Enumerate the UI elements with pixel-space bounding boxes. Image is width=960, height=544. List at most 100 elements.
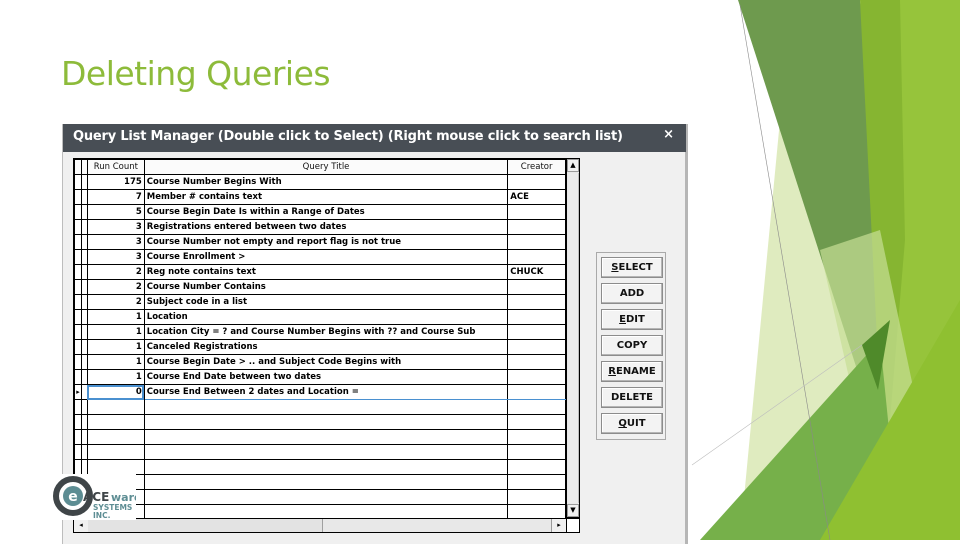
quit-button[interactable]: QUIT xyxy=(601,413,663,434)
run-count-cell[interactable]: 5 xyxy=(86,204,145,220)
row-selector[interactable] xyxy=(74,294,82,310)
creator-cell[interactable] xyxy=(507,234,566,250)
select-button[interactable]: SELECT xyxy=(601,257,663,278)
query-title-cell[interactable]: Canceled Registrations xyxy=(143,339,509,355)
query-title-cell[interactable]: Course Begin Date > .. and Subject Code … xyxy=(143,354,509,370)
table-row[interactable]: 1 Course Begin Date > .. and Subject Code… xyxy=(74,354,566,370)
creator-cell[interactable] xyxy=(507,294,566,310)
query-title-cell[interactable]: Course Begin Date Is within a Range of D… xyxy=(143,204,509,220)
row-selector[interactable] xyxy=(74,309,82,325)
creator-cell[interactable] xyxy=(507,354,566,370)
run-count-cell[interactable]: 175 xyxy=(86,174,145,190)
table-row[interactable]: 3 Course Number not empty and report flag… xyxy=(74,234,566,250)
table-row[interactable]: 175 Course Number Begins With xyxy=(74,174,566,190)
creator-cell[interactable]: ACE xyxy=(507,189,566,205)
add-button[interactable]: ADD xyxy=(601,283,663,304)
creator-cell[interactable] xyxy=(507,249,566,265)
run-count-cell[interactable]: 3 xyxy=(86,234,145,250)
query-title-cell[interactable]: Reg note contains text xyxy=(143,264,509,280)
empty-cell xyxy=(507,489,566,505)
column-header-creator[interactable]: Creator xyxy=(507,159,566,175)
query-title-cell[interactable]: Subject code in a list xyxy=(143,294,509,310)
query-title-cell[interactable]: Registrations entered between two dates xyxy=(143,219,509,235)
row-selector[interactable] xyxy=(74,234,82,250)
run-count-cell[interactable]: 2 xyxy=(86,294,145,310)
creator-cell[interactable] xyxy=(507,279,566,295)
table-row[interactable]: 3 Registrations entered between two dates xyxy=(74,219,566,235)
query-title-cell[interactable]: Course Number Begins With xyxy=(143,174,509,190)
edit-button[interactable]: EDIT xyxy=(601,309,663,330)
copy-button[interactable]: COPY xyxy=(601,335,663,356)
creator-cell[interactable]: CHUCK xyxy=(507,264,566,280)
table-row[interactable]: 1 Course End Date between two dates xyxy=(74,369,566,385)
table-row[interactable]: 5 Course Begin Date Is within a Range of … xyxy=(74,204,566,220)
vertical-scrollbar[interactable]: ▲ ▼ xyxy=(567,158,580,518)
query-title-cell[interactable]: Location City = ? and Course Number Begi… xyxy=(143,324,509,340)
rename-button[interactable]: RENAME xyxy=(601,361,663,382)
creator-cell[interactable] xyxy=(507,324,566,340)
table-row[interactable]: 2 Reg note contains text CHUCK xyxy=(74,264,566,280)
run-count-cell[interactable]: 0 xyxy=(86,384,145,400)
row-selector[interactable] xyxy=(74,249,82,265)
row-selector[interactable] xyxy=(74,204,82,220)
window-titlebar[interactable]: Query List Manager (Double click to Sele… xyxy=(63,124,686,152)
empty-cell xyxy=(143,444,509,460)
query-title-cell[interactable]: Member # contains text xyxy=(143,189,509,205)
current-row-indicator-icon[interactable]: ▸ xyxy=(74,384,82,400)
run-count-cell[interactable]: 3 xyxy=(86,219,145,235)
creator-cell[interactable] xyxy=(507,204,566,220)
query-grid[interactable]: Run Count Query Title Creator 175 Course … xyxy=(73,158,567,533)
close-icon[interactable]: × xyxy=(663,127,674,142)
table-row[interactable]: 2 Course Number Contains xyxy=(74,279,566,295)
query-title-cell[interactable]: Course Number Contains xyxy=(143,279,509,295)
table-row[interactable]: 1 Location City = ? and Course Number Beg… xyxy=(74,324,566,340)
row-selector[interactable] xyxy=(74,324,82,340)
table-row[interactable]: ▸ 0 Course End Between 2 dates and Locatio… xyxy=(74,384,566,400)
row-selector[interactable] xyxy=(74,264,82,280)
run-count-cell[interactable]: 2 xyxy=(86,279,145,295)
scroll-up-icon[interactable]: ▲ xyxy=(567,159,579,172)
run-count-cell[interactable]: 1 xyxy=(86,354,145,370)
scroll-down-icon[interactable]: ▼ xyxy=(567,504,579,517)
row-selector[interactable] xyxy=(74,339,82,355)
run-count-cell[interactable]: 7 xyxy=(86,189,145,205)
run-count-cell[interactable]: 1 xyxy=(86,324,145,340)
creator-cell[interactable] xyxy=(507,369,566,385)
run-count-cell[interactable]: 1 xyxy=(86,339,145,355)
creator-cell[interactable] xyxy=(507,309,566,325)
table-row[interactable]: 1 Location xyxy=(74,309,566,325)
creator-cell[interactable] xyxy=(507,339,566,355)
scroll-left-icon[interactable]: ◂ xyxy=(74,519,89,532)
scroll-right-icon[interactable]: ▸ xyxy=(551,519,566,532)
horizontal-scrollbar[interactable]: ◂ ▸ xyxy=(73,518,567,533)
row-selector[interactable] xyxy=(74,174,82,190)
row-selector[interactable] xyxy=(74,369,82,385)
query-title-cell[interactable]: Course Enrollment > xyxy=(143,249,509,265)
query-title-cell[interactable]: Location xyxy=(143,309,509,325)
delete-button[interactable]: DELETE xyxy=(601,387,663,408)
table-row[interactable]: 2 Subject code in a list xyxy=(74,294,566,310)
run-count-cell[interactable]: 2 xyxy=(86,264,145,280)
row-selector[interactable] xyxy=(74,219,82,235)
run-count-cell[interactable]: 3 xyxy=(86,249,145,265)
query-title-cell[interactable]: Course End Date between two dates xyxy=(143,369,509,385)
table-row[interactable]: 3 Course Enrollment > xyxy=(74,249,566,265)
creator-cell[interactable] xyxy=(507,174,566,190)
row-selector[interactable] xyxy=(74,279,82,295)
vertical-scroll-thumb[interactable] xyxy=(568,173,579,503)
button-mnemonic: R xyxy=(608,366,616,377)
table-row[interactable]: 1 Canceled Registrations xyxy=(74,339,566,355)
query-title-cell[interactable]: Course End Between 2 dates and Location … xyxy=(143,384,509,400)
query-title-cell[interactable]: Course Number not empty and report flag … xyxy=(143,234,509,250)
horizontal-scroll-thumb[interactable] xyxy=(88,519,323,532)
creator-cell[interactable] xyxy=(507,384,566,400)
column-header-run-count[interactable]: Run Count xyxy=(86,159,145,175)
creator-cell[interactable] xyxy=(507,219,566,235)
table-row[interactable]: 7 Member # contains text ACE xyxy=(74,189,566,205)
run-count-cell[interactable]: 1 xyxy=(86,369,145,385)
row-selector[interactable] xyxy=(74,354,82,370)
column-header-query-title[interactable]: Query Title xyxy=(143,159,509,175)
row-selector[interactable] xyxy=(74,189,82,205)
run-count-cell[interactable]: 1 xyxy=(86,309,145,325)
empty-cell xyxy=(507,399,566,415)
